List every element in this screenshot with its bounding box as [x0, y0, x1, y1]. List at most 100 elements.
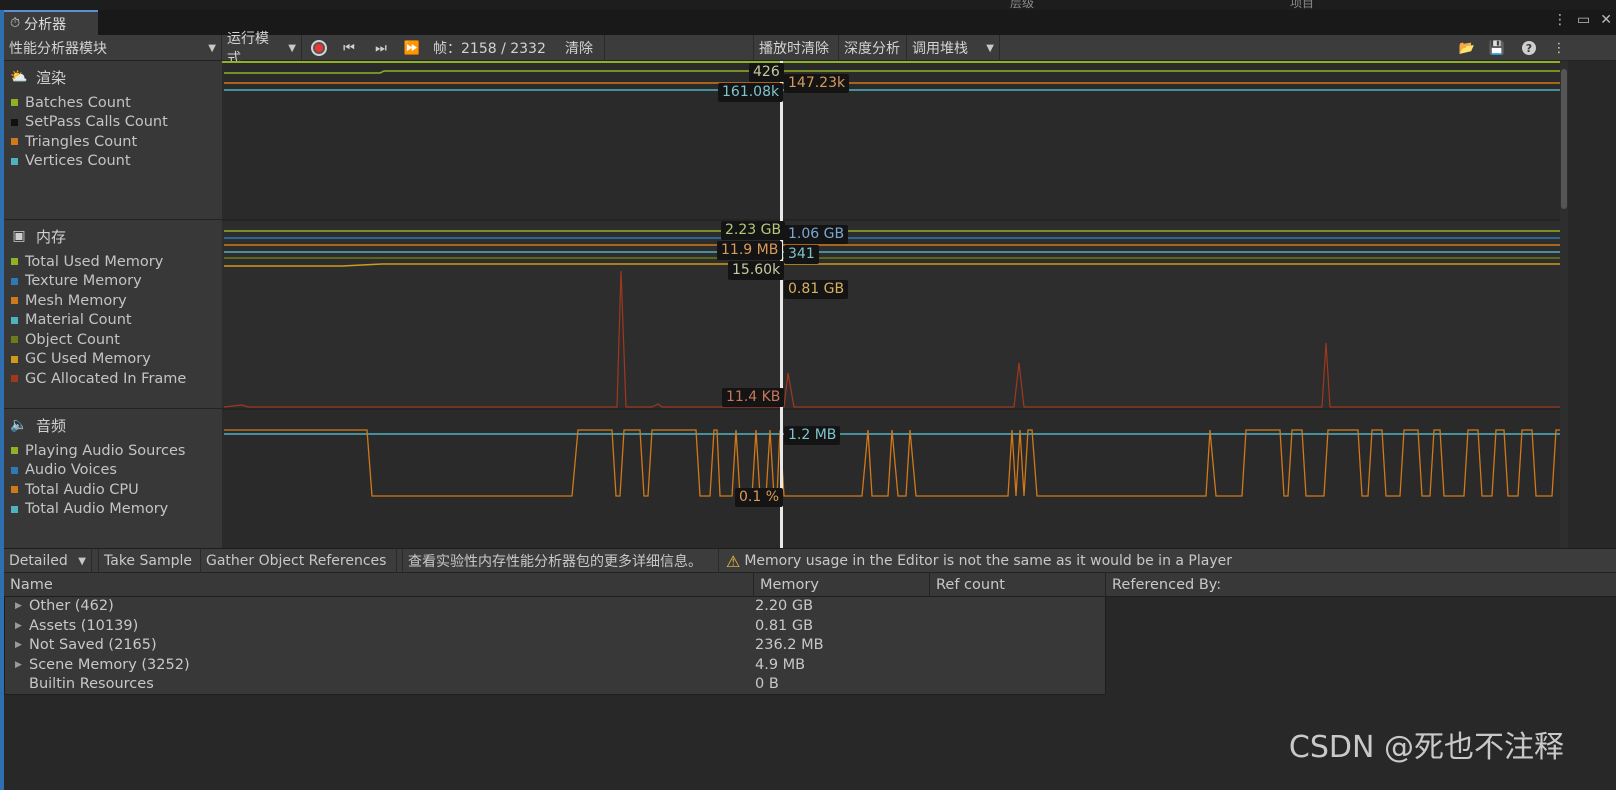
legend-swatch [11, 355, 18, 363]
legend-item[interactable]: GC Used Memory [4, 350, 222, 370]
modules-dropdown-label: 性能分析器模块 [9, 41, 107, 57]
close-icon[interactable]: ✕ [1600, 12, 1612, 28]
row-name-cell: ▶ Other (462) [15, 598, 114, 614]
legend-item[interactable]: Total Used Memory [4, 252, 222, 272]
charts-scrollbar[interactable] [1560, 61, 1568, 548]
row-name-cell: Builtin Resources [15, 676, 154, 692]
mode-dropdown[interactable]: 运行模式 ▼ [222, 31, 302, 67]
frame-counter-label: 帧：2158 / 2332 [433, 41, 546, 57]
column-header-ref-count[interactable]: Ref count [930, 573, 1106, 597]
legend-label: Material Count [25, 312, 132, 329]
expand-arrow-icon[interactable]: ▶ [15, 660, 29, 670]
load-button[interactable]: 📂 [1452, 35, 1482, 61]
legend-list: Batches Count SetPass Calls Count Triangle… [4, 93, 222, 171]
row-name: Not Saved (2165) [29, 637, 157, 653]
legend-swatch [11, 99, 18, 107]
module-header: 🔈 音频 [4, 409, 222, 441]
modules-dropdown[interactable]: 性能分析器模块 ▼ [4, 35, 222, 61]
legend-item[interactable]: Texture Memory [4, 272, 222, 292]
toolbar-more-button[interactable]: ⋮ [1544, 35, 1574, 61]
maximize-icon[interactable]: ▭ [1577, 12, 1590, 28]
scrollbar-thumb[interactable] [1561, 69, 1567, 209]
row-name: Builtin Resources [29, 676, 154, 692]
legend-item[interactable]: Total Audio Memory [4, 500, 222, 520]
module-audio[interactable]: 🔈 音频 Playing Audio Sources Audio Voices To… [4, 409, 222, 548]
column-header-name[interactable]: Name [4, 573, 754, 597]
expand-arrow-icon[interactable]: ▶ [15, 640, 29, 650]
clear-on-play-label: 播放时清除 [759, 41, 829, 57]
table-row[interactable]: ▶ Not Saved (2165) 236.2 MB [5, 636, 1105, 656]
clear-on-play-toggle[interactable]: 播放时清除 [753, 35, 839, 61]
column-header-memory[interactable]: Memory [754, 573, 930, 597]
selected-frame-marker [780, 61, 783, 548]
clear-button[interactable]: 清除 [560, 35, 605, 61]
table-row[interactable]: ▶ Other (462) 2.20 GB [5, 597, 1105, 617]
fast-forward-icon: ⏩ [403, 40, 421, 56]
module-header: ⛅ 渲染 [4, 61, 222, 93]
legend-item[interactable]: Total Audio CPU [4, 480, 222, 500]
memory-profiler-info-link[interactable]: 查看实验性内存性能分析器包的更多详细信息。 [402, 549, 719, 573]
help-button[interactable]: ? [1514, 35, 1544, 61]
legend-item[interactable]: Mesh Memory [4, 291, 222, 311]
legend-item[interactable]: Triangles Count [4, 132, 222, 152]
value-label-material-count: 341 [784, 245, 819, 264]
legend-list: Playing Audio Sources Audio Voices Total A… [4, 441, 222, 519]
clear-button-label: 清除 [565, 41, 593, 57]
legend-item[interactable]: Object Count [4, 330, 222, 350]
gather-references-button[interactable]: Gather Object References [201, 549, 397, 573]
value-label-triangles: 147.23k [784, 74, 850, 93]
save-button[interactable]: 💾 [1482, 35, 1512, 61]
legend-swatch [11, 316, 18, 324]
table-row[interactable]: Builtin Resources 0 B [5, 675, 1105, 695]
module-memory[interactable]: ▣ 内存 Total Used Memory Texture Memory Mesh… [4, 220, 222, 409]
modules-panel: ⛅ 渲染 Batches Count SetPass Calls Count Tri… [4, 61, 222, 548]
deep-profile-toggle[interactable]: 深度分析 [839, 35, 907, 61]
table-header: Name Memory Ref count Referenced By: [4, 573, 1616, 597]
tab-profiler[interactable]: ⏱ 分析器 [4, 10, 98, 35]
module-title: 渲染 [36, 68, 67, 87]
value-label-object-count: 15.60k [728, 261, 785, 280]
previous-frame-button[interactable]: ⏮ [334, 35, 364, 61]
current-frame-button[interactable]: ⏩ [397, 35, 427, 61]
legend-label: Batches Count [25, 94, 131, 111]
legend-label: Mesh Memory [25, 292, 127, 309]
window-controls: ⋮ ▭ ✕ [1553, 12, 1612, 28]
rendering-chart-lane [222, 61, 1560, 220]
legend-item[interactable]: Material Count [4, 311, 222, 331]
step-forward-icon: ⏭ [375, 40, 387, 56]
row-memory: 0.81 GB [755, 617, 814, 634]
call-stacks-dropdown[interactable]: 调用堆栈 ▼ [907, 35, 1000, 61]
legend-swatch [11, 447, 18, 455]
expand-arrow-icon[interactable]: ▶ [15, 621, 29, 631]
next-frame-button[interactable]: ⏭ [366, 35, 396, 61]
call-stacks-label: 调用堆栈 [912, 41, 968, 57]
step-back-icon: ⏮ [343, 40, 355, 56]
editor-memory-warning: ⚠ Memory usage in the Editor is not the … [721, 549, 1251, 573]
value-label-audio-cpu: 0.1 % [735, 488, 784, 507]
value-label-total-memory: 2.23 GB [721, 221, 786, 240]
legend-item[interactable]: GC Allocated In Frame [4, 369, 222, 389]
row-memory: 4.9 MB [755, 656, 806, 673]
legend-swatch [11, 336, 18, 344]
view-mode-dropdown[interactable]: Detailed ▼ [4, 549, 92, 573]
record-icon [311, 40, 327, 56]
speaker-icon: 🔈 [10, 417, 28, 433]
legend-item[interactable]: Audio Voices [4, 461, 222, 481]
legend-label: Audio Voices [25, 462, 117, 479]
legend-item[interactable]: Batches Count [4, 93, 222, 113]
gather-references-label: Gather Object References [206, 553, 387, 569]
module-title: 内存 [36, 227, 67, 246]
legend-item[interactable]: Playing Audio Sources [4, 441, 222, 461]
profiler-charts[interactable] [222, 61, 1560, 548]
more-options-icon[interactable]: ⋮ [1553, 12, 1567, 28]
table-row[interactable]: ▶ Scene Memory (3252) 4.9 MB [5, 656, 1105, 676]
legend-item[interactable]: SetPass Calls Count [4, 113, 222, 133]
legend-swatch [11, 277, 18, 285]
expand-arrow-icon[interactable]: ▶ [15, 601, 29, 611]
take-sample-button[interactable]: Take Sample [98, 549, 201, 573]
module-rendering[interactable]: ⛅ 渲染 Batches Count SetPass Calls Count Tri… [4, 61, 222, 220]
record-button[interactable] [304, 35, 334, 61]
legend-item[interactable]: Vertices Count [4, 152, 222, 172]
table-row[interactable]: ▶ Assets (10139) 0.81 GB [5, 617, 1105, 637]
deep-profile-label: 深度分析 [844, 41, 900, 57]
